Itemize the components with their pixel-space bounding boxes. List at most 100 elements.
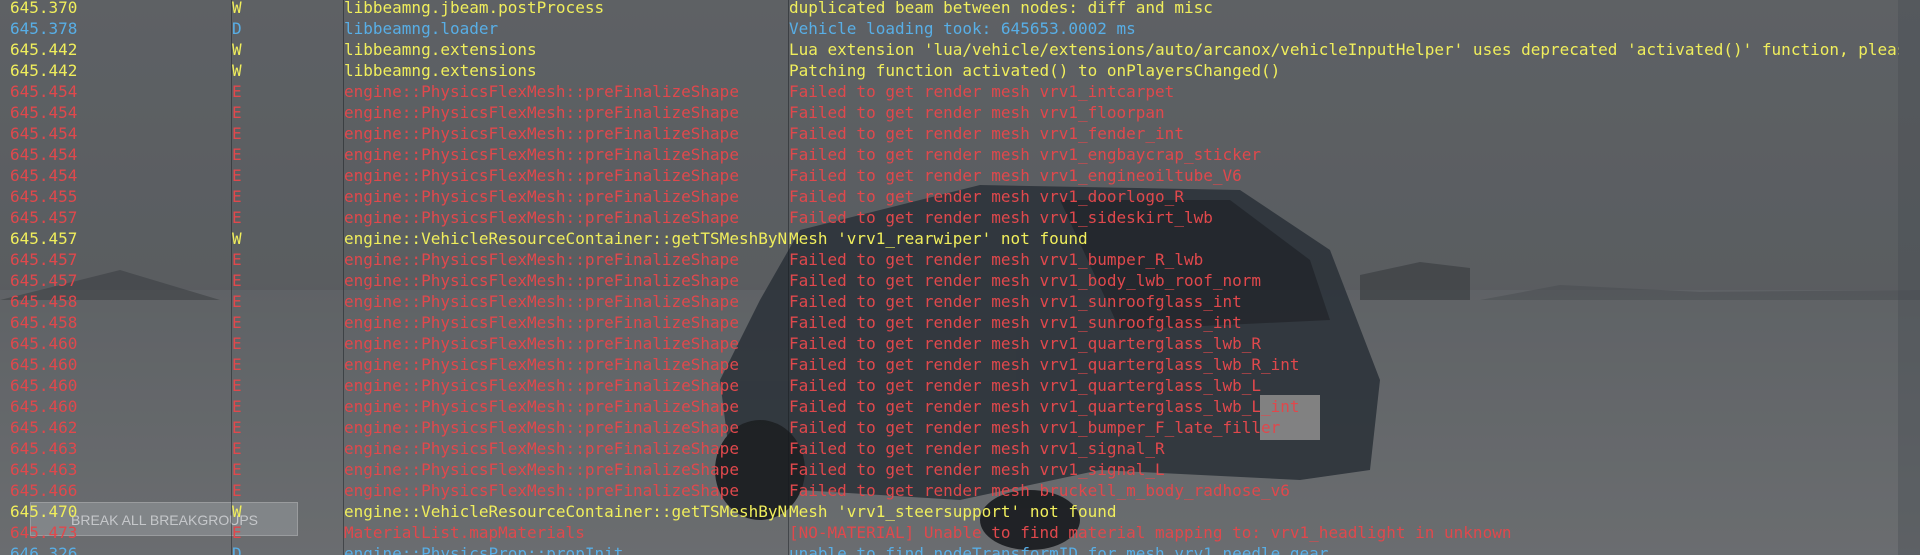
log-row[interactable]: 646.326 Dengine::PhysicsProp::propInit una… (0, 543, 1920, 555)
console-scrollbar[interactable] (1898, 0, 1920, 555)
log-time: 645.463 (10, 460, 78, 479)
log-level: E (232, 418, 242, 437)
log-time: 645.460 (10, 397, 78, 416)
log-message: Failed to get render mesh vrv1_sunroofgl… (789, 292, 1242, 311)
log-message: Vehicle loading took: 645653.0002 ms (789, 19, 1136, 38)
log-source: engine::PhysicsFlexMesh::preFinalizeShap… (344, 208, 739, 227)
log-time: 645.370 (10, 0, 78, 17)
log-message: Failed to get render mesh bruckell_m_bod… (789, 481, 1290, 500)
log-message: Mesh 'vrv1_steersupport' not found (789, 502, 1117, 521)
log-row[interactable]: 645.455 Eengine::PhysicsFlexMesh::preFina… (0, 186, 1920, 207)
log-level: E (232, 103, 242, 122)
log-row[interactable]: 645.458 Eengine::PhysicsFlexMesh::preFina… (0, 312, 1920, 333)
log-time: 645.378 (10, 19, 78, 38)
log-row[interactable]: 645.442 Wlibbeamng.extensions Lua extensio… (0, 39, 1920, 60)
console-log: 645.370 Wlibbeamng.jbeam.postProcess dupli… (0, 0, 1920, 555)
log-level: W (232, 229, 242, 248)
log-source: engine::VehicleResourceContainer::getTSM… (344, 502, 788, 521)
log-time: 645.457 (10, 271, 78, 290)
log-message: Failed to get render mesh vrv1_engbaycra… (789, 145, 1262, 164)
log-source: libbeamng.extensions (344, 61, 537, 80)
log-level: W (232, 502, 242, 521)
log-level: W (232, 0, 242, 17)
log-source: engine::PhysicsFlexMesh::preFinalizeShap… (344, 355, 739, 374)
log-row[interactable]: 645.370 Wlibbeamng.jbeam.postProcess dupli… (0, 0, 1920, 18)
log-row[interactable]: 645.460 Eengine::PhysicsFlexMesh::preFina… (0, 333, 1920, 354)
log-source: engine::PhysicsProp::propInit (344, 544, 624, 555)
log-row[interactable]: 645.466 Eengine::PhysicsFlexMesh::preFina… (0, 480, 1920, 501)
log-row[interactable]: 645.473 E MaterialList.mapMaterials [NO-MAT… (0, 522, 1920, 543)
log-message: Failed to get render mesh vrv1_sideskirt… (789, 208, 1213, 227)
log-source: MaterialList.mapMaterials (344, 523, 585, 542)
log-message: Failed to get render mesh vrv1_signal_L (789, 460, 1165, 479)
log-row[interactable]: 645.457 Eengine::PhysicsFlexMesh::preFina… (0, 207, 1920, 228)
log-row[interactable]: 645.454 Eengine::PhysicsFlexMesh::preFina… (0, 165, 1920, 186)
log-level: E (232, 187, 242, 206)
log-row[interactable]: 645.457 Wengine::VehicleResourceContainer… (0, 228, 1920, 249)
log-message: Failed to get render mesh vrv1_bumper_R_… (789, 250, 1204, 269)
log-source: libbeamng.extensions (344, 40, 537, 59)
log-source: engine::VehicleResourceContainer::getTSM… (344, 229, 788, 248)
log-level: E (232, 124, 242, 143)
log-time: 645.473 (10, 523, 78, 542)
log-message: Failed to get render mesh vrv1_fender_in… (789, 124, 1184, 143)
log-message: Failed to get render mesh vrv1_quartergl… (789, 376, 1262, 395)
log-row[interactable]: 645.454 Eengine::PhysicsFlexMesh::preFina… (0, 102, 1920, 123)
log-source: engine::PhysicsFlexMesh::preFinalizeShap… (344, 145, 739, 164)
log-time: 645.460 (10, 355, 78, 374)
log-row[interactable]: 645.462 Eengine::PhysicsFlexMesh::preFina… (0, 417, 1920, 438)
log-row[interactable]: 645.463 Eengine::PhysicsFlexMesh::preFina… (0, 438, 1920, 459)
log-level: E (232, 355, 242, 374)
log-level: W (232, 61, 242, 80)
log-level: E (232, 166, 242, 185)
log-source: engine::PhysicsFlexMesh::preFinalizeShap… (344, 376, 739, 395)
log-row[interactable]: 645.460 Eengine::PhysicsFlexMesh::preFina… (0, 375, 1920, 396)
log-source: engine::PhysicsFlexMesh::preFinalizeShap… (344, 397, 739, 416)
log-message: Failed to get render mesh vrv1_quartergl… (789, 334, 1262, 353)
log-row[interactable]: 645.454 Eengine::PhysicsFlexMesh::preFina… (0, 81, 1920, 102)
log-source: engine::PhysicsFlexMesh::preFinalizeShap… (344, 166, 739, 185)
log-message: Failed to get render mesh vrv1_intcarpet (789, 82, 1175, 101)
log-time: 645.442 (10, 61, 78, 80)
log-level: E (232, 460, 242, 479)
log-message: Failed to get render mesh vrv1_body_lwb_… (789, 271, 1262, 290)
log-row[interactable]: 645.460 Eengine::PhysicsFlexMesh::preFina… (0, 396, 1920, 417)
log-message: Lua extension 'lua/vehicle/extensions/au… (789, 40, 1899, 59)
log-source: libbeamng.jbeam.postProcess (344, 0, 605, 17)
log-message: [NO-MATERIAL] Unable to find material ma… (789, 523, 1512, 542)
log-time: 646.326 (10, 544, 78, 555)
log-time: 645.460 (10, 376, 78, 395)
log-row[interactable]: 645.463 Eengine::PhysicsFlexMesh::preFina… (0, 459, 1920, 480)
log-row[interactable]: 645.457 Eengine::PhysicsFlexMesh::preFina… (0, 270, 1920, 291)
log-level: E (232, 250, 242, 269)
log-time: 645.454 (10, 166, 78, 185)
log-time: 645.462 (10, 418, 78, 437)
log-level: W (232, 40, 242, 59)
log-source: engine::PhysicsFlexMesh::preFinalizeShap… (344, 418, 739, 437)
log-level: E (232, 481, 242, 500)
log-level: E (232, 271, 242, 290)
log-time: 645.460 (10, 334, 78, 353)
log-source: engine::PhysicsFlexMesh::preFinalizeShap… (344, 250, 739, 269)
log-message: Failed to get render mesh vrv1_sunroofgl… (789, 313, 1242, 332)
log-source: engine::PhysicsFlexMesh::preFinalizeShap… (344, 439, 739, 458)
log-source: engine::PhysicsFlexMesh::preFinalizeShap… (344, 460, 739, 479)
log-row[interactable]: 645.460 Eengine::PhysicsFlexMesh::preFina… (0, 354, 1920, 375)
log-row[interactable]: 645.457 Eengine::PhysicsFlexMesh::preFina… (0, 249, 1920, 270)
log-source: engine::PhysicsFlexMesh::preFinalizeShap… (344, 124, 739, 143)
log-message: Failed to get render mesh vrv1_quartergl… (789, 355, 1300, 374)
log-source: engine::PhysicsFlexMesh::preFinalizeShap… (344, 103, 739, 122)
log-level: E (232, 82, 242, 101)
log-source: engine::PhysicsFlexMesh::preFinalizeShap… (344, 481, 739, 500)
log-level: E (232, 292, 242, 311)
log-time: 645.457 (10, 208, 78, 227)
log-message: Failed to get render mesh vrv1_floorpan (789, 103, 1165, 122)
log-row[interactable]: 645.458 Eengine::PhysicsFlexMesh::preFina… (0, 291, 1920, 312)
log-row[interactable]: 645.454 Eengine::PhysicsFlexMesh::preFina… (0, 144, 1920, 165)
log-message: Mesh 'vrv1_rearwiper' not found (789, 229, 1088, 248)
log-row[interactable]: 645.378 Dlibbeamng.loader Vehicle loading … (0, 18, 1920, 39)
log-row[interactable]: 645.442 Wlibbeamng.extensions Patching fun… (0, 60, 1920, 81)
log-row[interactable]: 645.454 Eengine::PhysicsFlexMesh::preFina… (0, 123, 1920, 144)
log-row[interactable]: 645.470 Wengine::VehicleResourceContainer… (0, 501, 1920, 522)
log-message: duplicated beam between nodes: diff and … (789, 0, 1213, 17)
